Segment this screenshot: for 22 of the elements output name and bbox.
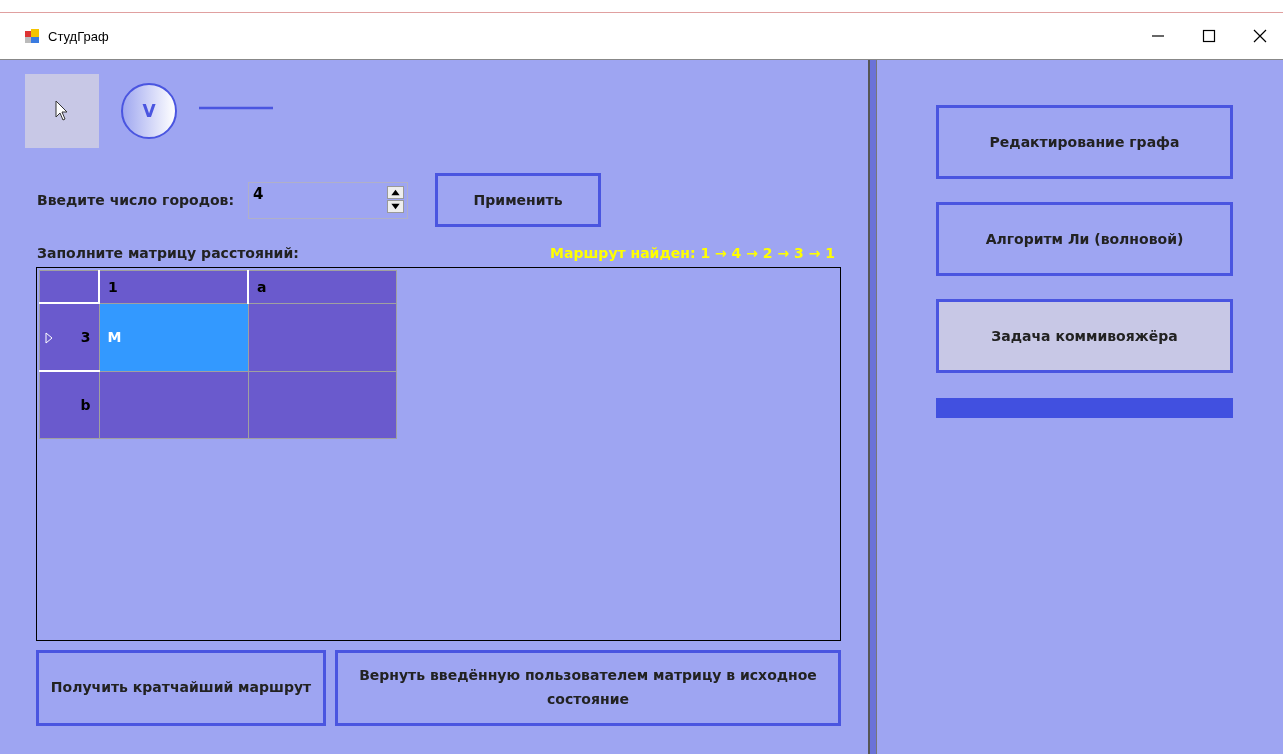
table-cell[interactable] bbox=[99, 371, 248, 439]
reset-matrix-button[interactable]: Вернуть введённую пользователем матрицу в исходное состояние bbox=[335, 650, 841, 726]
matrix-label: Заполните матрицу расстояний: bbox=[37, 245, 299, 261]
mode-button[interactable]: Задача коммивояжёра bbox=[936, 299, 1233, 373]
line-icon bbox=[199, 106, 273, 110]
window-title: СтудГраф bbox=[48, 28, 109, 44]
apply-button[interactable]: Применить bbox=[435, 173, 602, 227]
mode-button[interactable]: Редактирование графа bbox=[936, 105, 1233, 179]
shortest-route-button[interactable]: Получить кратчайший маршрут bbox=[36, 650, 326, 726]
app-icon bbox=[24, 28, 40, 44]
column-header[interactable]: a bbox=[248, 270, 397, 303]
route-status: Маршрут найден: 1 → 4 → 2 → 3 → 1 bbox=[550, 245, 835, 261]
city-count-label: Введите число городов: bbox=[37, 192, 235, 208]
city-count-field[interactable]: 4 bbox=[248, 181, 409, 219]
mode-button[interactable]: Алгоритм Ли (волновой) bbox=[936, 202, 1233, 276]
table-cell[interactable] bbox=[248, 303, 397, 371]
row-header[interactable]: b bbox=[39, 371, 99, 439]
vertex-tool[interactable]: V bbox=[121, 83, 177, 139]
cursor-icon bbox=[55, 100, 69, 122]
splitter[interactable] bbox=[868, 60, 877, 754]
table-cell[interactable] bbox=[248, 371, 397, 439]
spinner-arrows-icon[interactable] bbox=[387, 185, 405, 213]
